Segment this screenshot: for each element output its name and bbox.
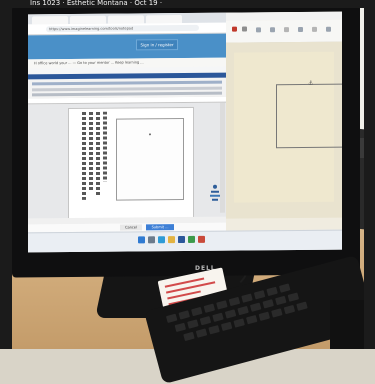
word-ribbon <box>28 72 226 100</box>
ribbon-tools-row[interactable] <box>32 86 222 92</box>
keyboard-key <box>275 295 287 306</box>
story-caption: Ins 1023 · Esthetic Montana · Oct 19 · <box>30 0 163 7</box>
keyboard-key <box>262 299 274 309</box>
keyboard-key <box>258 311 271 321</box>
keyboard-key <box>287 292 300 302</box>
keyboard-key <box>278 283 291 293</box>
app-icon[interactable] <box>188 235 195 243</box>
sign-in-button[interactable]: Sign in / register <box>136 39 178 51</box>
submit-button[interactable]: Submit ... <box>146 224 174 231</box>
keyboard-key <box>187 319 199 329</box>
vertical-text-column <box>82 111 108 202</box>
word-icon[interactable] <box>178 236 185 244</box>
keyboard-key <box>199 315 212 326</box>
word-title-bar <box>28 72 226 80</box>
ribbon-icon[interactable] <box>270 27 275 33</box>
anchor-icon: ⚓ <box>308 79 314 87</box>
vertical-text-line <box>89 111 93 192</box>
cancel-button[interactable]: Cancel <box>120 224 142 231</box>
keyboard-key <box>271 308 283 318</box>
ribbon-icon[interactable] <box>232 26 237 32</box>
keyboard-key <box>253 290 266 300</box>
keyboard-key <box>203 303 216 313</box>
vertical-text-line <box>82 111 86 200</box>
keyboard-key <box>241 293 253 303</box>
page-header <box>28 33 226 60</box>
keyboard-key <box>174 322 187 333</box>
keyboard-key <box>208 325 220 335</box>
story-frame-left <box>0 0 12 349</box>
search-icon[interactable] <box>148 236 155 244</box>
text-box-shape[interactable] <box>116 118 184 201</box>
folder-icon[interactable] <box>168 236 175 244</box>
keyboard-key <box>195 328 208 338</box>
keyboard-key <box>249 302 262 312</box>
rectangle-shape[interactable] <box>276 83 342 149</box>
keyboard-key <box>212 312 224 322</box>
ribbon-tools-row[interactable] <box>32 91 222 97</box>
logo-mark-icon <box>210 184 220 201</box>
keyboard-key <box>296 301 308 311</box>
ribbon-icon[interactable] <box>312 26 317 32</box>
ribbon-icon[interactable] <box>256 27 261 33</box>
browser-window: https://www.imaginelearning.com/tools/no… <box>28 12 232 233</box>
story-frame-right <box>364 0 375 349</box>
word-window-right: ⚓ <box>226 11 342 231</box>
ribbon-icon[interactable] <box>284 27 289 33</box>
start-icon[interactable] <box>138 236 145 244</box>
vertical-text-line <box>103 111 107 182</box>
keyboard-key <box>266 286 278 297</box>
center-handle[interactable] <box>149 133 151 136</box>
keyboard-key <box>178 310 190 320</box>
keyboard-key <box>228 296 241 307</box>
keyboard-key <box>224 309 237 319</box>
ribbon-icon[interactable] <box>242 26 247 32</box>
vertical-text-line <box>96 111 100 196</box>
keyboard-key <box>220 321 233 332</box>
keyboard-key <box>283 304 296 315</box>
ruler <box>28 96 226 105</box>
monitor: https://www.imaginelearning.com/tools/no… <box>12 1 360 278</box>
keyboard-key <box>183 331 195 342</box>
keyboard-key <box>233 318 245 328</box>
keyboard-key <box>165 313 178 323</box>
keyboard-key <box>216 300 228 310</box>
keyboard-key <box>191 306 203 317</box>
info-banner: H office world your ... — Go to your men… <box>28 57 232 69</box>
browser-icon[interactable] <box>158 236 165 244</box>
taskbar <box>28 229 342 253</box>
app-icon[interactable] <box>198 235 205 243</box>
ribbon-icon[interactable] <box>298 26 303 33</box>
keyboard-key <box>246 314 258 325</box>
monitor-screen: https://www.imaginelearning.com/tools/no… <box>28 11 342 253</box>
word-ribbon <box>226 19 342 44</box>
ribbon-icon[interactable] <box>326 26 331 32</box>
ribbon-tools-row[interactable] <box>32 80 222 86</box>
keyboard-key <box>237 305 249 316</box>
